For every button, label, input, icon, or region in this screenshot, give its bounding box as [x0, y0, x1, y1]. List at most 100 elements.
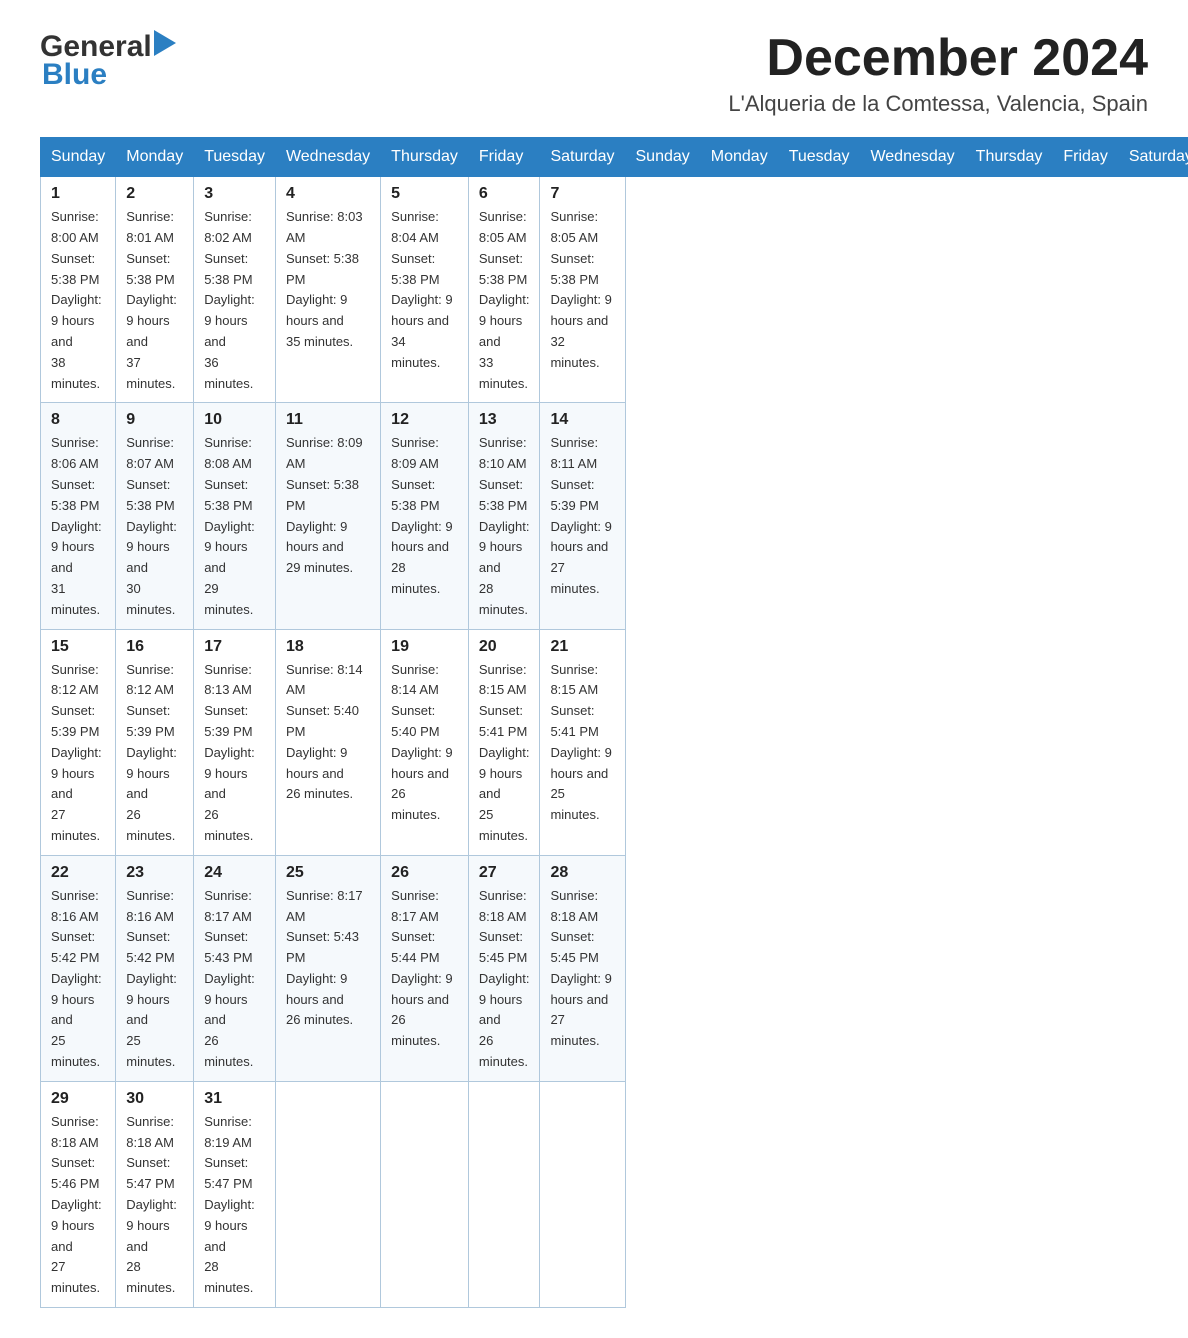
day-info: Sunrise: 8:17 AMSunset: 5:43 PMDaylight:… [204, 886, 265, 1073]
day-info: Sunrise: 8:19 AMSunset: 5:47 PMDaylight:… [204, 1112, 265, 1299]
calendar-cell: 26Sunrise: 8:17 AMSunset: 5:44 PMDayligh… [381, 855, 469, 1081]
col-header-monday: Monday [700, 138, 778, 177]
day-info: Sunrise: 8:01 AMSunset: 5:38 PMDaylight:… [126, 207, 183, 394]
calendar-cell: 20 Sunrise: 8:15 AMSunset: 5:41 PMDayligh… [468, 629, 540, 855]
day-info: Sunrise: 8:06 AMSunset: 5:38 PMDaylight:… [51, 433, 105, 620]
day-number: 9 [126, 411, 183, 429]
day-number: 17 [204, 638, 265, 656]
col-header-saturday: Saturday [1118, 138, 1188, 177]
calendar-cell: 3 Sunrise: 8:02 AMSunset: 5:38 PMDaylight… [194, 177, 276, 403]
day-info: Sunrise: 8:15 AMSunset: 5:41 PMDaylight:… [550, 660, 614, 826]
day-number: 23 [126, 864, 183, 882]
day-info: Sunrise: 8:18 AMSunset: 5:45 PMDaylight:… [479, 886, 530, 1073]
col-header-thursday: Thursday [965, 138, 1053, 177]
day-number: 15 [51, 638, 105, 656]
header-saturday: Saturday [540, 138, 625, 177]
col-header-wednesday: Wednesday [860, 138, 965, 177]
day-info: Sunrise: 8:14 AMSunset: 5:40 PMDaylight:… [391, 660, 458, 826]
day-info: Sunrise: 8:18 AMSunset: 5:45 PMDaylight:… [550, 886, 614, 1052]
day-info: Sunrise: 8:18 AMSunset: 5:47 PMDaylight:… [126, 1112, 183, 1299]
col-header-tuesday: Tuesday [778, 138, 860, 177]
calendar-table: SundayMondayTuesdayWednesdayThursdayFrid… [40, 137, 1188, 1308]
day-info: Sunrise: 8:07 AMSunset: 5:38 PMDaylight:… [126, 433, 183, 620]
day-number: 3 [204, 185, 265, 203]
header-thursday: Thursday [381, 138, 469, 177]
day-info: Sunrise: 8:16 AMSunset: 5:42 PMDaylight:… [51, 886, 105, 1073]
calendar-cell: 9 Sunrise: 8:07 AMSunset: 5:38 PMDaylight… [116, 403, 194, 629]
calendar-cell: 11 Sunrise: 8:09 AMSunset: 5:38 PMDayligh… [275, 403, 380, 629]
day-number: 24 [204, 864, 265, 882]
day-info: Sunrise: 8:17 AMSunset: 5:44 PMDaylight:… [391, 886, 458, 1052]
week-row-1: 1Sunrise: 8:00 AMSunset: 5:38 PMDaylight… [41, 177, 1188, 403]
calendar-cell: 8Sunrise: 8:06 AMSunset: 5:38 PMDaylight… [41, 403, 116, 629]
day-info: Sunrise: 8:09 AMSunset: 5:38 PMDaylight:… [391, 433, 458, 599]
day-number: 29 [51, 1090, 105, 1108]
day-number: 19 [391, 638, 458, 656]
location-subtitle: L'Alqueria de la Comtessa, Valencia, Spa… [728, 91, 1148, 117]
calendar-cell: 6Sunrise: 8:05 AMSunset: 5:38 PMDaylight… [468, 177, 540, 403]
calendar-cell: 28 Sunrise: 8:18 AMSunset: 5:45 PMDayligh… [540, 855, 625, 1081]
day-number: 21 [550, 638, 614, 656]
calendar-cell: 24 Sunrise: 8:17 AMSunset: 5:43 PMDayligh… [194, 855, 276, 1081]
day-info: Sunrise: 8:09 AMSunset: 5:38 PMDaylight:… [286, 433, 370, 579]
title-section: December 2024 L'Alqueria de la Comtessa,… [728, 30, 1148, 117]
calendar-cell: 29 Sunrise: 8:18 AMSunset: 5:46 PMDayligh… [41, 1081, 116, 1307]
week-row-5: 29 Sunrise: 8:18 AMSunset: 5:46 PMDayligh… [41, 1081, 1188, 1307]
day-number: 11 [286, 411, 370, 429]
calendar-header-row: SundayMondayTuesdayWednesdayThursdayFrid… [41, 138, 1188, 177]
day-info: Sunrise: 8:12 AMSunset: 5:39 PMDaylight:… [51, 660, 105, 847]
week-row-3: 15 Sunrise: 8:12 AMSunset: 5:39 PMDayligh… [41, 629, 1188, 855]
day-number: 2 [126, 185, 183, 203]
calendar-cell: 15 Sunrise: 8:12 AMSunset: 5:39 PMDayligh… [41, 629, 116, 855]
calendar-cell: 23 Sunrise: 8:16 AMSunset: 5:42 PMDayligh… [116, 855, 194, 1081]
day-number: 13 [479, 411, 530, 429]
day-info: Sunrise: 8:16 AMSunset: 5:42 PMDaylight:… [126, 886, 183, 1073]
calendar-cell: 16Sunrise: 8:12 AMSunset: 5:39 PMDayligh… [116, 629, 194, 855]
calendar-cell: 4 Sunrise: 8:03 AMSunset: 5:38 PMDaylight… [275, 177, 380, 403]
day-number: 28 [550, 864, 614, 882]
day-number: 12 [391, 411, 458, 429]
week-row-2: 8Sunrise: 8:06 AMSunset: 5:38 PMDaylight… [41, 403, 1188, 629]
day-number: 30 [126, 1090, 183, 1108]
day-number: 5 [391, 185, 458, 203]
day-info: Sunrise: 8:08 AMSunset: 5:38 PMDaylight:… [204, 433, 265, 620]
calendar-cell: 19 Sunrise: 8:14 AMSunset: 5:40 PMDayligh… [381, 629, 469, 855]
page-header: General Blue December 2024 L'Alqueria de… [40, 30, 1148, 117]
calendar-cell: 12 Sunrise: 8:09 AMSunset: 5:38 PMDayligh… [381, 403, 469, 629]
day-info: Sunrise: 8:10 AMSunset: 5:38 PMDaylight:… [479, 433, 530, 620]
day-number: 18 [286, 638, 370, 656]
header-tuesday: Tuesday [194, 138, 276, 177]
day-info: Sunrise: 8:13 AMSunset: 5:39 PMDaylight:… [204, 660, 265, 847]
col-header-sunday: Sunday [625, 138, 700, 177]
day-info: Sunrise: 8:04 AMSunset: 5:38 PMDaylight:… [391, 207, 458, 373]
day-info: Sunrise: 8:18 AMSunset: 5:46 PMDaylight:… [51, 1112, 105, 1299]
day-info: Sunrise: 8:17 AMSunset: 5:43 PMDaylight:… [286, 886, 370, 1032]
day-info: Sunrise: 8:03 AMSunset: 5:38 PMDaylight:… [286, 207, 370, 353]
day-number: 14 [550, 411, 614, 429]
header-sunday: Sunday [41, 138, 116, 177]
calendar-cell: 21 Sunrise: 8:15 AMSunset: 5:41 PMDayligh… [540, 629, 625, 855]
day-info: Sunrise: 8:15 AMSunset: 5:41 PMDaylight:… [479, 660, 530, 847]
calendar-cell: 17 Sunrise: 8:13 AMSunset: 5:39 PMDayligh… [194, 629, 276, 855]
calendar-cell [468, 1081, 540, 1307]
calendar-cell: 2 Sunrise: 8:01 AMSunset: 5:38 PMDaylight… [116, 177, 194, 403]
day-number: 4 [286, 185, 370, 203]
day-number: 10 [204, 411, 265, 429]
day-number: 20 [479, 638, 530, 656]
calendar-cell [275, 1081, 380, 1307]
calendar-cell [540, 1081, 625, 1307]
calendar-cell: 18 Sunrise: 8:14 AMSunset: 5:40 PMDayligh… [275, 629, 380, 855]
day-info: Sunrise: 8:02 AMSunset: 5:38 PMDaylight:… [204, 207, 265, 394]
day-info: Sunrise: 8:14 AMSunset: 5:40 PMDaylight:… [286, 660, 370, 806]
logo-blue-text: Blue [42, 58, 107, 91]
header-wednesday: Wednesday [275, 138, 380, 177]
day-number: 25 [286, 864, 370, 882]
header-monday: Monday [116, 138, 194, 177]
day-number: 1 [51, 185, 105, 203]
calendar-cell: 27Sunrise: 8:18 AMSunset: 5:45 PMDayligh… [468, 855, 540, 1081]
day-info: Sunrise: 8:05 AMSunset: 5:38 PMDaylight:… [479, 207, 530, 394]
calendar-cell: 22Sunrise: 8:16 AMSunset: 5:42 PMDayligh… [41, 855, 116, 1081]
calendar-cell: 10 Sunrise: 8:08 AMSunset: 5:38 PMDayligh… [194, 403, 276, 629]
logo-arrow-icon [154, 30, 176, 56]
calendar-cell: 30 Sunrise: 8:18 AMSunset: 5:47 PMDayligh… [116, 1081, 194, 1307]
